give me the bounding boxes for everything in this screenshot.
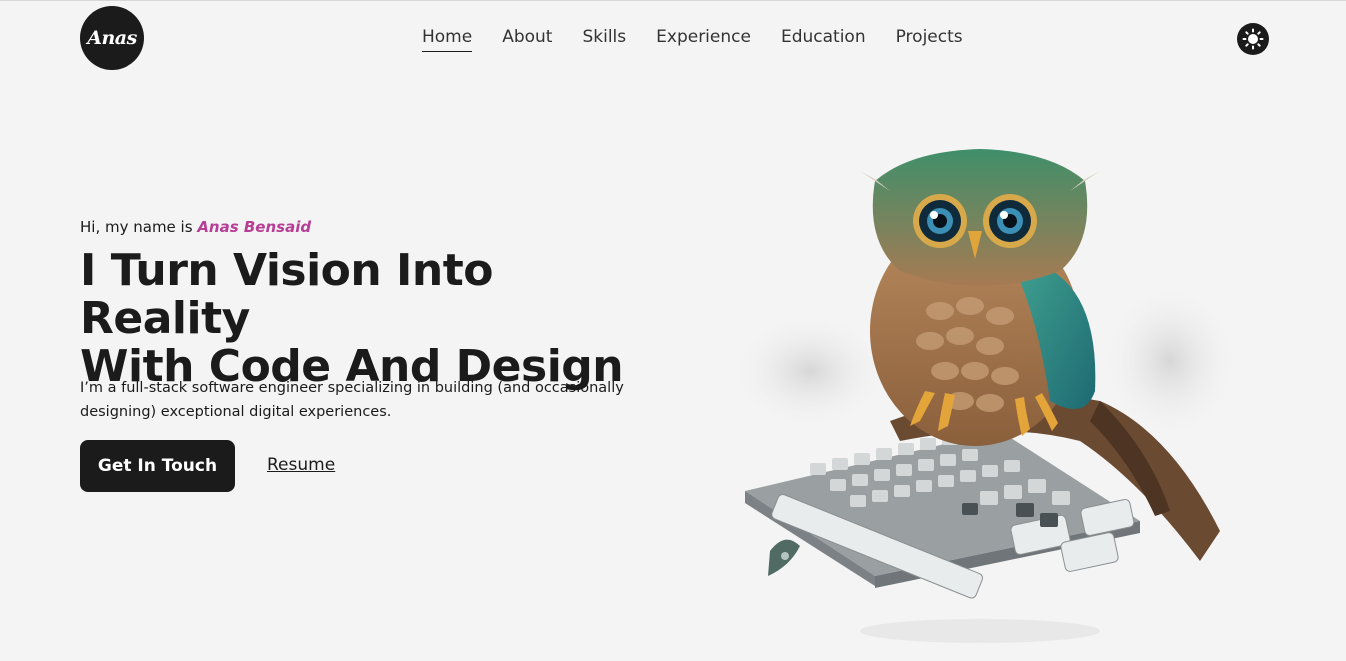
resume-link[interactable]: Resume	[267, 455, 335, 475]
nav-education[interactable]: Education	[781, 27, 866, 52]
main-nav: Home About Skills Experience Education P…	[422, 27, 993, 52]
get-in-touch-button[interactable]: Get In Touch	[80, 440, 235, 492]
logo-text: Anas	[87, 27, 137, 49]
nav-about[interactable]: About	[502, 27, 552, 52]
nav-projects[interactable]: Projects	[896, 27, 963, 52]
logo[interactable]: Anas	[80, 6, 144, 70]
nav-experience[interactable]: Experience	[656, 27, 751, 52]
intro-prefix: Hi, my name is	[80, 218, 198, 236]
headline-line-1: I Turn Vision Into Reality	[80, 245, 494, 344]
owl-on-keyboard-illustration	[730, 149, 1240, 643]
theme-toggle-button[interactable]	[1237, 23, 1269, 55]
hero-headline: I Turn Vision Into Reality With Code And…	[80, 247, 660, 391]
keyboard-graphic	[745, 431, 1140, 599]
intro-name: Anas Bensaid	[197, 218, 312, 236]
intro-text: Hi, my name is Anas Bensaid	[80, 218, 311, 236]
nav-skills[interactable]: Skills	[582, 27, 626, 52]
sun-icon	[1242, 28, 1264, 50]
nav-home[interactable]: Home	[422, 27, 473, 52]
hero-description: I’m a full-stack software engineer speci…	[80, 380, 624, 420]
